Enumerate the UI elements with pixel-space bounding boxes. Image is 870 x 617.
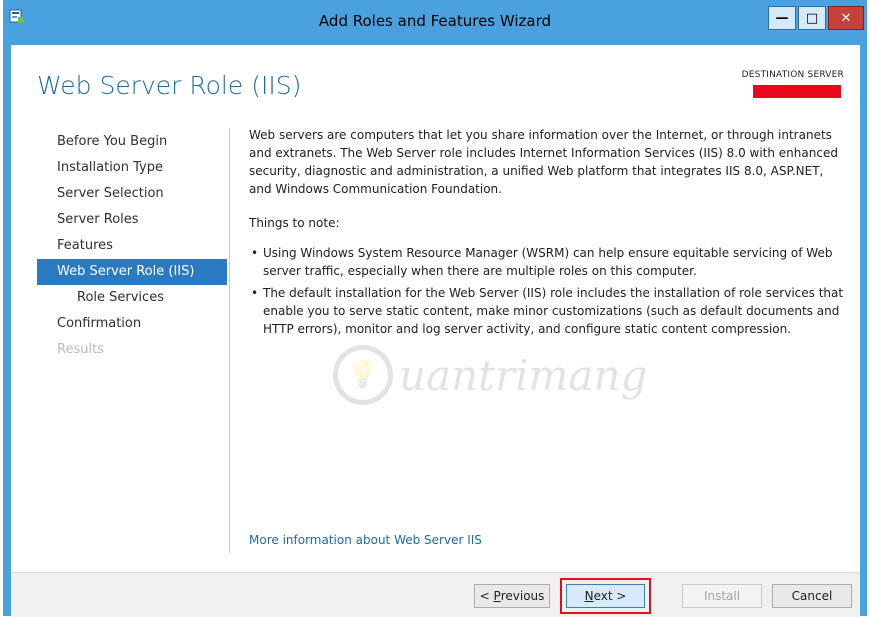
nav-item-server-roles[interactable]: Server Roles [37,207,227,233]
wizard-nav: Before You Begin Installation Type Serve… [37,129,227,363]
wizard-window: Add Roles and Features Wizard — □ ✕ Web … [3,0,867,617]
minimize-icon: — [775,10,789,26]
window-title: Add Roles and Features Wizard [318,12,552,30]
previous-button-accel: P [493,589,501,603]
destination-server-redaction [753,85,841,98]
list-item: Using Windows System Resource Manager (W… [249,244,844,280]
next-button-accel: N [584,589,594,603]
minimize-button[interactable]: — [768,6,796,30]
next-button[interactable]: Next > [566,584,645,608]
notes-heading: Things to note: [249,216,340,230]
maximize-button[interactable]: □ [798,6,826,30]
close-button[interactable]: ✕ [828,6,864,30]
content-panel: Web servers are computers that let you s… [249,126,844,342]
nav-divider [229,128,230,553]
watermark-logo: 💡 uantrimang [333,345,647,405]
nav-item-installation-type[interactable]: Installation Type [37,155,227,181]
title-bar[interactable]: Add Roles and Features Wizard — □ ✕ [3,0,867,45]
watermark-text: uantrimang [399,350,648,400]
previous-button-rest: revious [500,589,545,603]
list-item: The default installation for the Web Ser… [249,284,844,338]
previous-button-prefix: < [479,589,494,603]
nav-item-before-you-begin[interactable]: Before You Begin [37,129,227,155]
destination-server-label: DESTINATION SERVER [741,70,844,80]
maximize-icon: □ [805,10,819,26]
intro-paragraph: Web servers are computers that let you s… [249,128,838,196]
more-info-link[interactable]: More information about Web Server IIS [249,533,482,547]
lightbulb-icon: 💡 [333,345,393,405]
nav-item-role-services[interactable]: Role Services [37,285,227,311]
close-icon: ✕ [840,10,852,26]
install-button: Install [682,584,762,608]
nav-item-results: Results [57,342,104,357]
previous-button[interactable]: < Previous [474,584,550,608]
nav-item-server-selection[interactable]: Server Selection [37,181,227,207]
nav-item-web-server-role[interactable]: Web Server Role (IIS) [37,259,227,285]
page-title: Web Server Role (IIS) [37,71,302,100]
wizard-client-area: Web Server Role (IIS) DESTINATION SERVER… [11,45,860,617]
cancel-button[interactable]: Cancel [772,584,852,608]
nav-item-features[interactable]: Features [37,233,227,259]
wizard-footer: < Previous Next > Install Cancel [11,572,860,617]
notes-list: Using Windows System Resource Manager (W… [249,244,844,338]
next-button-rest: ext > [593,589,627,603]
nav-item-confirmation[interactable]: Confirmation [37,311,227,337]
